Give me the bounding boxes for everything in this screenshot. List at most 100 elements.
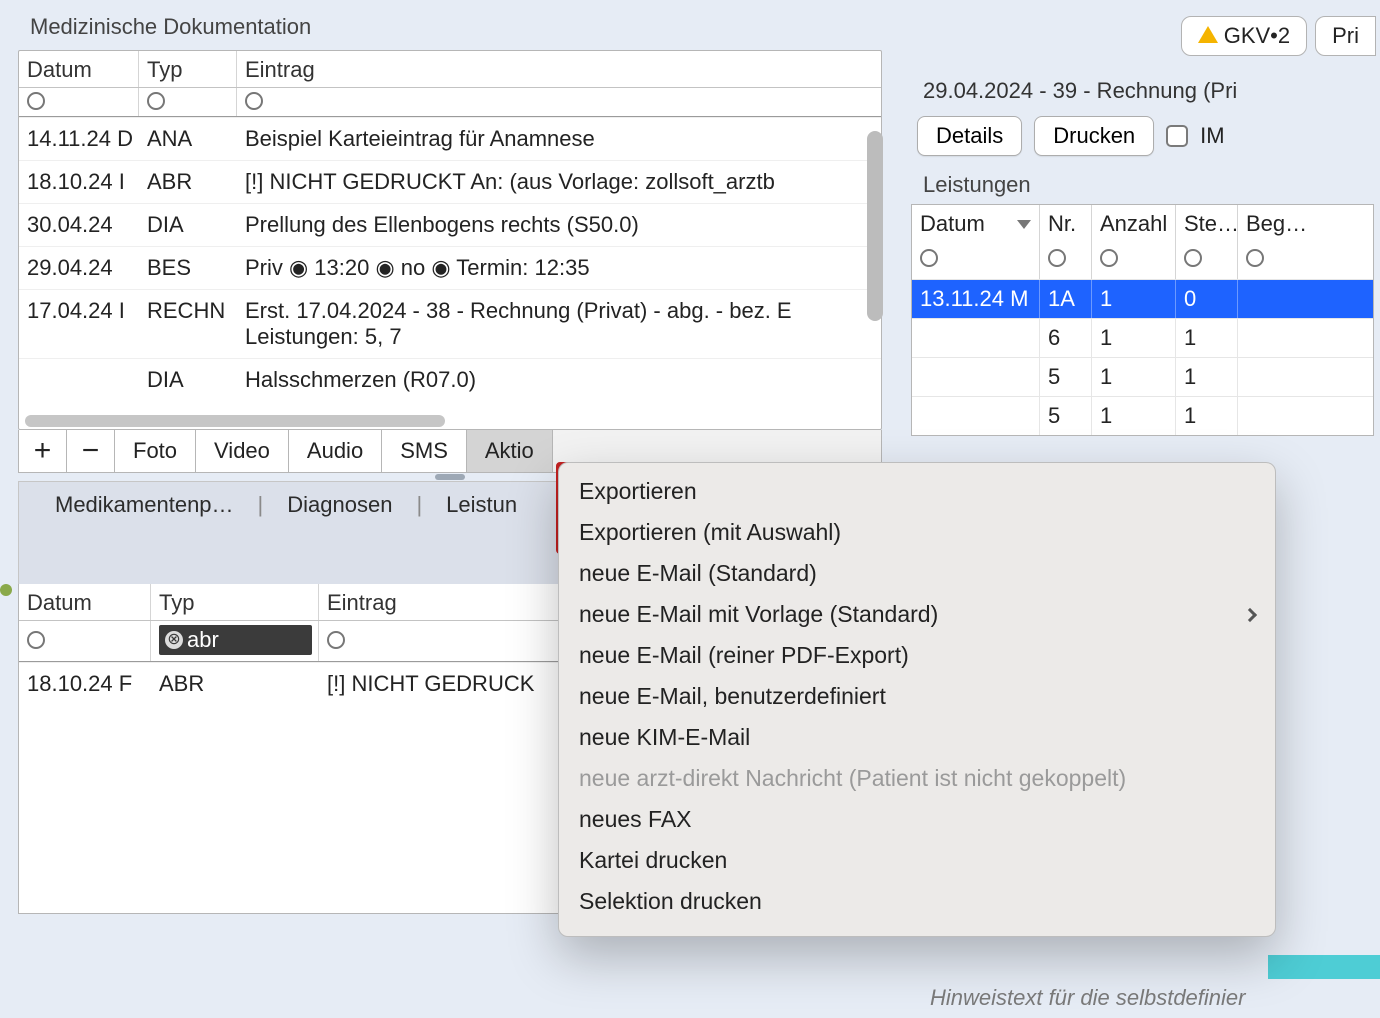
lower-col-datum[interactable]: Datum [19,584,151,620]
table-row[interactable]: 13.11.24 M1A10 [912,279,1373,318]
leist-col-ste[interactable]: Ste… [1176,205,1238,243]
filter-circle-icon [1184,249,1202,267]
tab-privat[interactable]: Pri [1315,16,1376,56]
filter-value: abr [187,627,219,653]
leist-col-nr[interactable]: Nr. [1040,205,1092,243]
im-checkbox[interactable] [1166,125,1188,147]
menu-item[interactable]: Selektion drucken [563,881,1271,922]
table-row[interactable]: 511 [912,396,1373,435]
filter-circle-icon [920,249,938,267]
table-row[interactable]: 30.04.24DIAPrellung des Ellenbogens rech… [19,203,881,246]
cell-eintrag: Prellung des Ellenbogens rechts (S50.0) [237,204,881,246]
leist-filter-beg[interactable] [1238,243,1373,279]
menu-item[interactable]: neue E-Mail (reiner PDF-Export) [563,635,1271,676]
cell-typ: BES [139,247,237,289]
hint-text: Hinweistext für die selbstdefinier [930,985,1245,1011]
cell-datum: 17.04.24 I [19,290,139,332]
cell-typ: DIA [139,359,237,401]
filter-datum[interactable] [19,88,139,116]
cell-typ: ABR [139,161,237,203]
audio-button[interactable]: Audio [289,430,382,472]
filter-typ[interactable] [139,88,237,116]
leistungen-title: Leistungen [905,166,1380,204]
clear-filter-icon[interactable]: ⊗ [165,631,183,649]
horizontal-scrollbar[interactable] [25,415,445,427]
vertical-scrollbar[interactable] [867,131,883,321]
menu-item-label: neue KIM-E-Mail [579,724,750,751]
remove-button[interactable]: − [67,430,115,472]
table-row[interactable]: 511 [912,357,1373,396]
leist-col-beg[interactable]: Beg… [1238,205,1373,243]
cell-ste: 1 [1176,397,1238,435]
cell-beg [1238,319,1373,357]
filter-pill-typ[interactable]: ⊗ abr [159,625,312,655]
video-button[interactable]: Video [196,430,289,472]
table-row[interactable]: 18.10.24 IABR[!] NICHT GEDRUCKT An: (aus… [19,160,881,203]
menu-item[interactable]: Exportieren [563,471,1271,512]
col-header-eintrag[interactable]: Eintrag [237,51,881,87]
leist-filter-nr[interactable] [1040,243,1092,279]
menu-item-label: Exportieren [579,478,697,505]
leist-filter-datum[interactable] [912,243,1040,279]
lower-col-typ[interactable]: Typ [151,584,319,620]
menu-item[interactable]: neues FAX [563,799,1271,840]
col-header-typ[interactable]: Typ [139,51,237,87]
table-row[interactable]: 17.04.24 IRECHNErst. 17.04.2024 - 38 - R… [19,289,881,358]
leist-col-datum[interactable]: Datum [912,205,1040,243]
cell-beg [1238,397,1373,435]
lower-filter-typ[interactable]: ⊗ abr [151,621,319,661]
warning-icon [1198,26,1218,43]
cell-datum: 30.04.24 [19,204,139,246]
cell-nr: 1A [1040,280,1092,318]
menu-item[interactable]: neue E-Mail mit Vorlage (Standard) [563,594,1271,635]
menu-item[interactable]: neue E-Mail (Standard) [563,553,1271,594]
cell-eintrag: Halsschmerzen (R07.0) [237,359,881,401]
menu-item-label: Exportieren (mit Auswahl) [579,519,841,546]
lower-filter-datum[interactable] [19,621,151,661]
indicator-dot [0,584,12,596]
tab-medikamentenplan[interactable]: Medikamentenp… [55,492,234,518]
menu-item-label: neue E-Mail (reiner PDF-Export) [579,642,909,669]
table-row[interactable]: 611 [912,318,1373,357]
menu-item[interactable]: Exportieren (mit Auswahl) [563,512,1271,553]
cell-anzahl: 1 [1092,358,1176,396]
filter-eintrag[interactable] [237,88,881,116]
leistungen-header: Datum Nr. Anzahl Ste… Beg… [912,205,1373,243]
menu-item-label: neue E-Mail (Standard) [579,560,817,587]
leist-col-anzahl[interactable]: Anzahl [1092,205,1176,243]
table-row[interactable]: 14.11.24 DANABeispiel Karteieintrag für … [19,117,881,160]
cell-ste: 1 [1176,358,1238,396]
sms-button[interactable]: SMS [382,430,467,472]
menu-item[interactable]: neue E-Mail, benutzerdefiniert [563,676,1271,717]
cell-nr: 5 [1040,358,1092,396]
menu-item[interactable]: Kartei drucken [563,840,1271,881]
im-label: IM [1200,123,1224,149]
filter-circle-icon [327,631,345,649]
leistungen-table: Datum Nr. Anzahl Ste… Beg… 13.11.24 M1A1… [911,204,1374,436]
col-header-datum[interactable]: Datum [19,51,139,87]
aktion-button[interactable]: Aktio [467,430,553,472]
filter-circle-icon [1246,249,1264,267]
cell-ste: 0 [1176,280,1238,318]
menu-item-label: neue E-Mail, benutzerdefiniert [579,683,886,710]
tab-gkv[interactable]: GKV•2 [1181,16,1307,56]
cell-ste: 1 [1176,319,1238,357]
menu-item-label: neues FAX [579,806,692,833]
cell-datum [912,319,1040,357]
foto-button[interactable]: Foto [115,430,196,472]
cell-datum: 13.11.24 M [912,280,1040,318]
leistungen-filter-row [912,243,1373,279]
drucken-button[interactable]: Drucken [1034,116,1154,156]
details-button[interactable]: Details [917,116,1022,156]
tab-separator: | [258,492,264,518]
highlight-strip [1268,955,1380,979]
leist-filter-ste[interactable] [1176,243,1238,279]
table-row[interactable]: DIAHalsschmerzen (R07.0) [19,358,881,401]
invoice-subtitle: 29.04.2024 - 39 - Rechnung (Pri [905,64,1380,110]
add-button[interactable]: + [19,430,67,472]
tab-diagnosen[interactable]: Diagnosen [287,492,392,518]
tab-leistungen[interactable]: Leistun [446,492,517,518]
table-row[interactable]: 29.04.24BESPriv ◉ 13:20 ◉ no ◉ Termin: 1… [19,246,881,289]
leist-filter-anzahl[interactable] [1092,243,1176,279]
menu-item[interactable]: neue KIM-E-Mail [563,717,1271,758]
